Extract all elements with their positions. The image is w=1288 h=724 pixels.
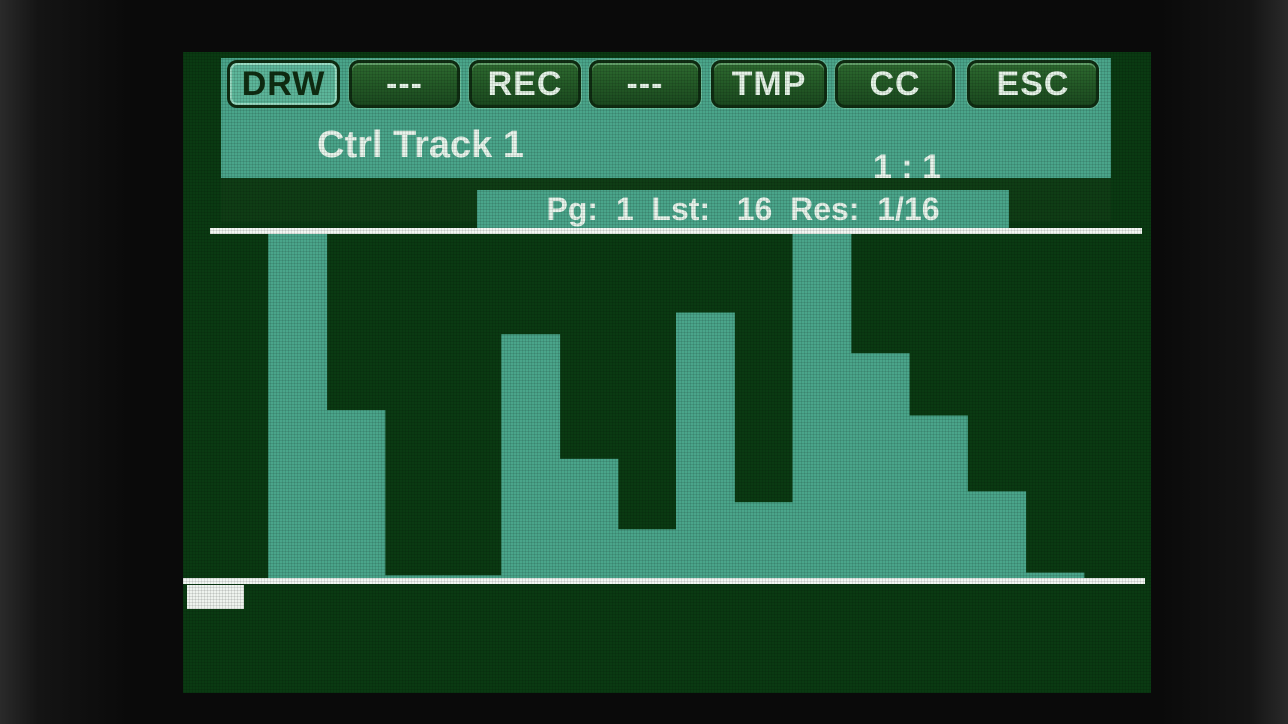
lcd-screen: DRW --- REC --- TMP CC ESC Ctrl Track 1 …	[183, 52, 1151, 693]
page-info: Pg: 1 Lst: 16 Res: 1/16	[477, 190, 1009, 228]
tmp-button[interactable]: TMP	[711, 60, 827, 108]
graph-baseline	[183, 578, 1145, 584]
step-bar-10[interactable]	[734, 502, 794, 578]
empty-button-2[interactable]: ---	[589, 60, 701, 108]
step-bar-8[interactable]	[617, 529, 677, 578]
step-bar-7[interactable]	[559, 458, 619, 578]
rec-button[interactable]: REC	[469, 60, 581, 108]
esc-button[interactable]: ESC	[967, 60, 1099, 108]
step-bar-2[interactable]	[268, 234, 328, 578]
track-title: Ctrl Track 1	[317, 124, 524, 166]
step-bar-9[interactable]	[676, 312, 735, 578]
cc-button[interactable]: CC	[835, 60, 955, 108]
step-bar-13[interactable]	[909, 415, 968, 578]
step-bar-3[interactable]	[326, 410, 386, 578]
step-bar-11[interactable]	[792, 234, 852, 578]
step-bar-14[interactable]	[967, 491, 1027, 578]
step-bar-6[interactable]	[501, 334, 561, 578]
cc-value-graph[interactable]	[210, 228, 1142, 584]
drw-button[interactable]: DRW	[227, 60, 340, 108]
empty-button-1[interactable]: ---	[349, 60, 460, 108]
step-cursor	[187, 585, 244, 609]
step-bar-12[interactable]	[850, 353, 910, 578]
